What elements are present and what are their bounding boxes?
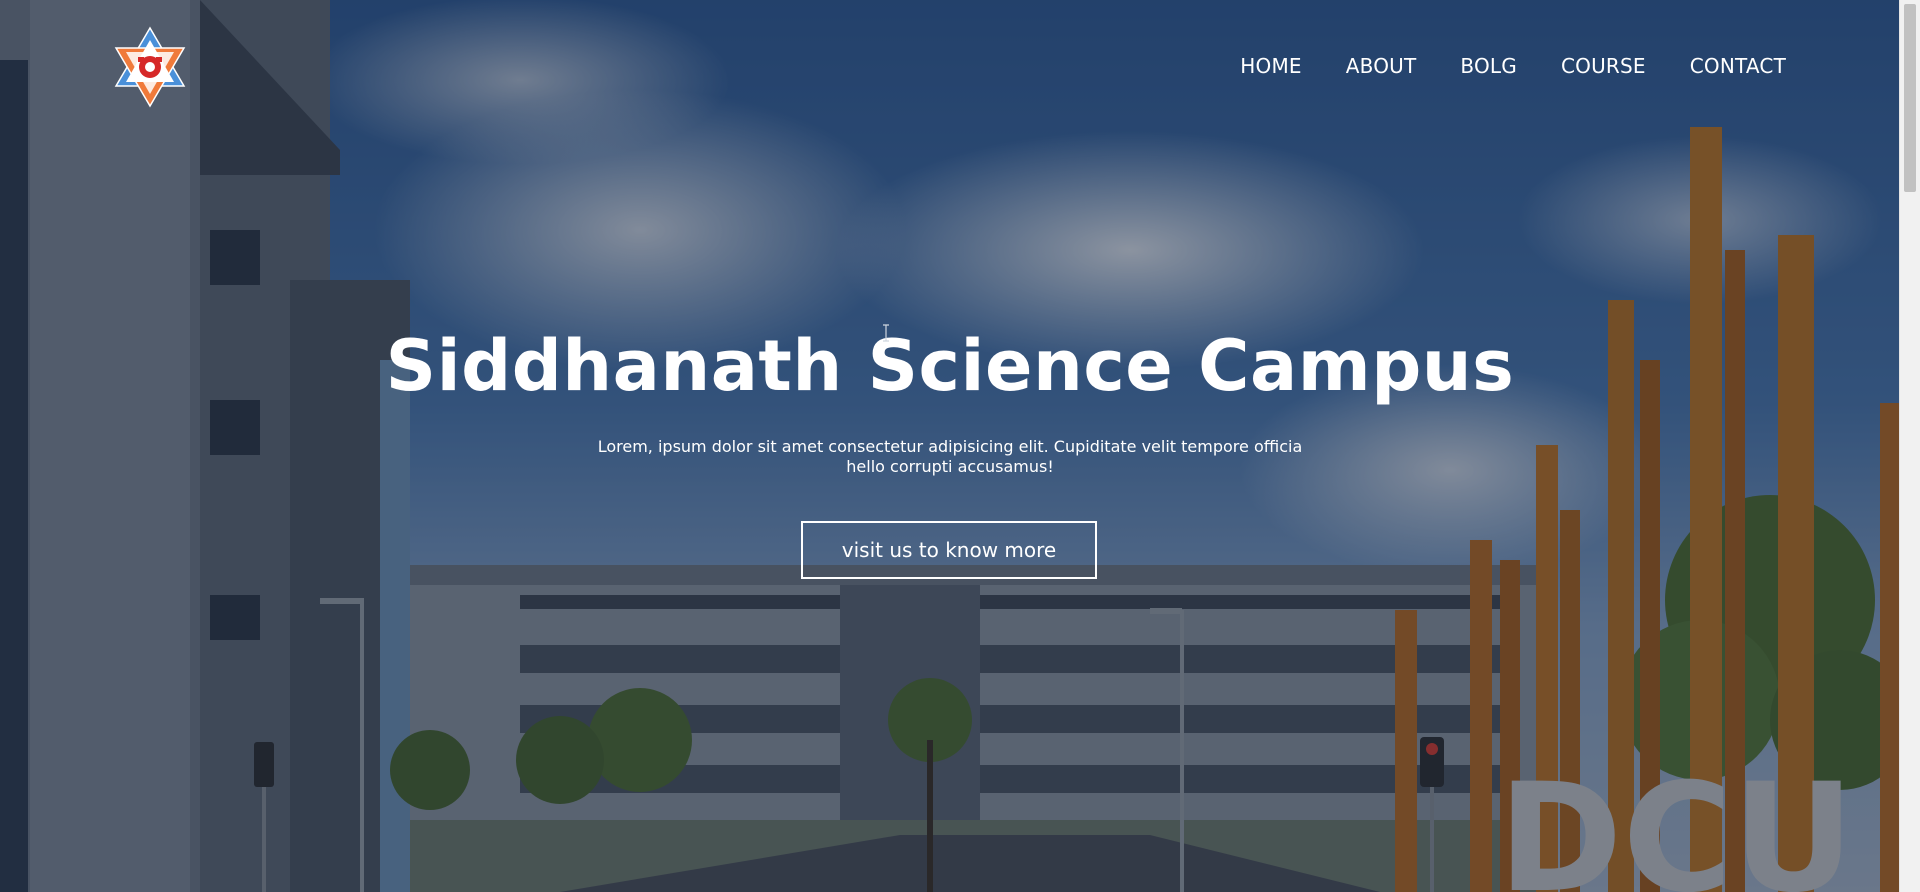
scrollbar-thumb[interactable] bbox=[1904, 4, 1916, 192]
page-scrollbar[interactable] bbox=[1899, 0, 1920, 892]
page: DCU HOME ABOUT BOLG COURSE CONTACT Siddh… bbox=[0, 0, 1920, 892]
nav-item-contact[interactable]: CONTACT bbox=[1690, 54, 1786, 78]
nav-item-blog[interactable]: BOLG bbox=[1460, 54, 1517, 78]
main-nav: HOME ABOUT BOLG COURSE CONTACT bbox=[1240, 54, 1786, 78]
visit-us-button[interactable]: visit us to know more bbox=[801, 521, 1097, 579]
nav-item-about[interactable]: ABOUT bbox=[1346, 54, 1417, 78]
nav-item-home[interactable]: HOME bbox=[1240, 54, 1301, 78]
nav-item-course[interactable]: COURSE bbox=[1561, 54, 1646, 78]
campus-star-logo-icon bbox=[114, 26, 186, 108]
campus-logo[interactable] bbox=[112, 26, 188, 108]
hero-title: Siddhanath Science Campus bbox=[385, 325, 1515, 407]
text-cursor-icon bbox=[883, 324, 889, 342]
hero-description: Lorem, ipsum dolor sit amet consectetur … bbox=[597, 437, 1303, 476]
